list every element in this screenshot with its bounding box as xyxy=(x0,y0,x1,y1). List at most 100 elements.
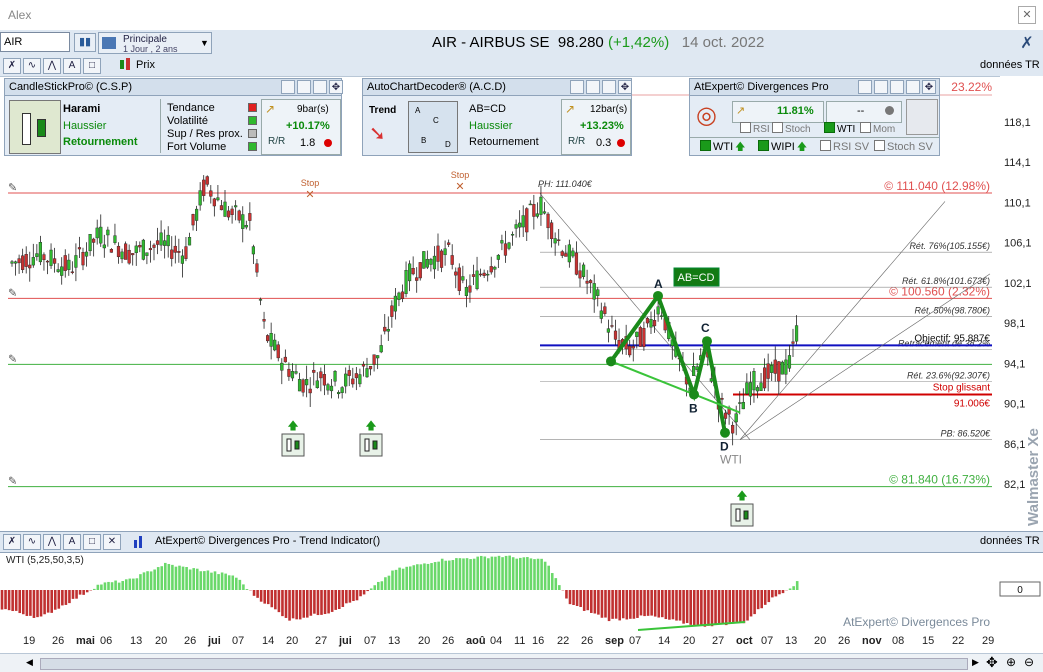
candle-body xyxy=(657,307,660,314)
histogram-bar xyxy=(611,590,614,619)
rsi-checkbox[interactable]: RSI xyxy=(740,122,770,135)
histogram-bar xyxy=(210,573,213,590)
divergence-icon[interactable] xyxy=(906,99,938,135)
move-icon[interactable]: ✥ xyxy=(986,654,998,671)
settings-icon[interactable]: ✗ xyxy=(3,58,21,74)
window-icon[interactable]: □ xyxy=(83,58,101,74)
euro-icon[interactable] xyxy=(586,80,600,94)
list-icon[interactable] xyxy=(313,80,327,94)
rsi-sv-toggle[interactable]: RSI SV xyxy=(820,140,869,153)
risk-reward-icon: R/R xyxy=(268,136,285,147)
wipi-toggle[interactable]: WIPI🡅 xyxy=(758,140,807,157)
expert-icon[interactable]: A xyxy=(63,58,81,74)
expert-icon[interactable]: A xyxy=(63,534,81,550)
date-tick-label: jui xyxy=(339,635,352,647)
stop-icon-label: Stop xyxy=(451,170,470,180)
histogram-bar xyxy=(728,590,731,622)
candle-body xyxy=(401,292,404,299)
histogram-bar xyxy=(739,590,742,622)
symbol-input[interactable] xyxy=(0,32,70,52)
candle-body xyxy=(476,271,479,289)
refresh-icon[interactable] xyxy=(858,80,872,94)
candle-body xyxy=(284,357,287,362)
candle-body xyxy=(543,212,546,214)
candle-body xyxy=(753,371,756,390)
book-icon[interactable]: ▮▮ xyxy=(74,33,96,52)
candle-type-icon[interactable] xyxy=(118,57,132,75)
candle-body xyxy=(35,254,38,257)
candle-body xyxy=(156,241,159,245)
candle-body xyxy=(515,225,518,229)
settings-icon[interactable] xyxy=(874,80,888,94)
wti-checkbox[interactable]: WTI xyxy=(824,122,855,135)
candle-body xyxy=(398,293,401,300)
date-tick-label: 11 xyxy=(514,635,525,647)
histogram-bar xyxy=(423,563,426,590)
move-icon[interactable]: ✥ xyxy=(618,80,632,94)
stoch-sv-toggle[interactable]: Stoch SV xyxy=(874,140,933,153)
histogram-bar xyxy=(253,590,256,596)
stoch-checkbox[interactable]: Stoch xyxy=(772,122,811,135)
zoom-in-icon[interactable]: ⊕ xyxy=(1006,655,1016,669)
candle-body xyxy=(50,250,53,266)
abcd-trend-line xyxy=(611,361,740,412)
csp-indicator-square xyxy=(248,116,257,125)
histogram-bar xyxy=(125,579,128,590)
candle-body xyxy=(67,260,70,270)
indicator-icon[interactable]: ∿ xyxy=(23,58,41,74)
histogram-bar xyxy=(590,590,593,613)
settings-icon[interactable]: ✗ xyxy=(3,534,21,550)
close-icon[interactable]: ✕ xyxy=(103,534,121,550)
indicator-icon[interactable]: ∿ xyxy=(23,534,41,550)
indicator-data-label: données TR xyxy=(980,535,1040,547)
candles-group xyxy=(11,175,798,445)
histogram-bar xyxy=(768,590,771,602)
histogram-bar xyxy=(597,590,600,615)
scroll-left-icon[interactable]: ◀ xyxy=(26,657,33,668)
candle-body xyxy=(117,246,120,257)
histogram-bar xyxy=(626,590,629,619)
candle-body xyxy=(738,403,741,404)
move-icon[interactable]: ✥ xyxy=(922,80,936,94)
scroll-track[interactable] xyxy=(40,658,968,670)
horizontal-scrollbar[interactable]: ◀ ▶ ✥ ⊕ ⊖ xyxy=(0,653,1043,672)
window-icon[interactable]: □ xyxy=(83,534,101,550)
histogram-bar xyxy=(693,590,696,626)
candle-body xyxy=(532,204,535,216)
mom-checkbox[interactable]: Mom xyxy=(860,122,895,135)
pattern-icon[interactable]: ⋀ xyxy=(43,58,61,74)
histogram-bar xyxy=(452,560,455,590)
candle-body xyxy=(390,306,393,317)
histogram-bar xyxy=(320,590,323,615)
wti-toggle[interactable]: WTI🡅 xyxy=(700,140,745,157)
histogram-bar xyxy=(782,590,785,593)
candle-body xyxy=(71,272,74,273)
zoom-out-icon[interactable]: ⊖ xyxy=(1024,655,1034,669)
close-window-button[interactable]: ✕ xyxy=(1018,6,1036,24)
move-icon[interactable]: ✥ xyxy=(329,80,343,94)
profile-selector[interactable]: Principale 1 Jour , 2 ans ▼ xyxy=(98,32,212,54)
candle-body xyxy=(39,242,42,262)
candle-body xyxy=(461,276,464,280)
list-icon[interactable] xyxy=(602,80,616,94)
candle-body xyxy=(75,255,78,267)
price-toggle-label[interactable]: Prix xyxy=(136,59,155,71)
list-icon[interactable] xyxy=(906,80,920,94)
indicator-chart[interactable]: WTI (5,25,50,3,5)0AtExpert© Divergences … xyxy=(0,552,1043,632)
pattern-icon[interactable]: ⋀ xyxy=(43,534,61,550)
acd-trend-label: Trend xyxy=(369,105,396,116)
tools-icon[interactable]: ✗ xyxy=(1016,33,1038,53)
csp-direction: Haussier xyxy=(63,120,106,132)
price-date: 14 oct. 2022 xyxy=(682,34,765,51)
settings-icon[interactable] xyxy=(281,80,295,94)
histogram-bar xyxy=(271,590,274,607)
histogram-bar xyxy=(295,590,298,619)
euro-icon[interactable] xyxy=(890,80,904,94)
scroll-right-icon[interactable]: ▶ xyxy=(972,657,979,668)
settings-icon[interactable] xyxy=(570,80,584,94)
euro-icon[interactable] xyxy=(297,80,311,94)
candle-body xyxy=(792,342,795,344)
histogram-bar xyxy=(515,559,518,590)
histogram-bar xyxy=(121,581,124,590)
date-tick-label: 14 xyxy=(262,635,274,647)
